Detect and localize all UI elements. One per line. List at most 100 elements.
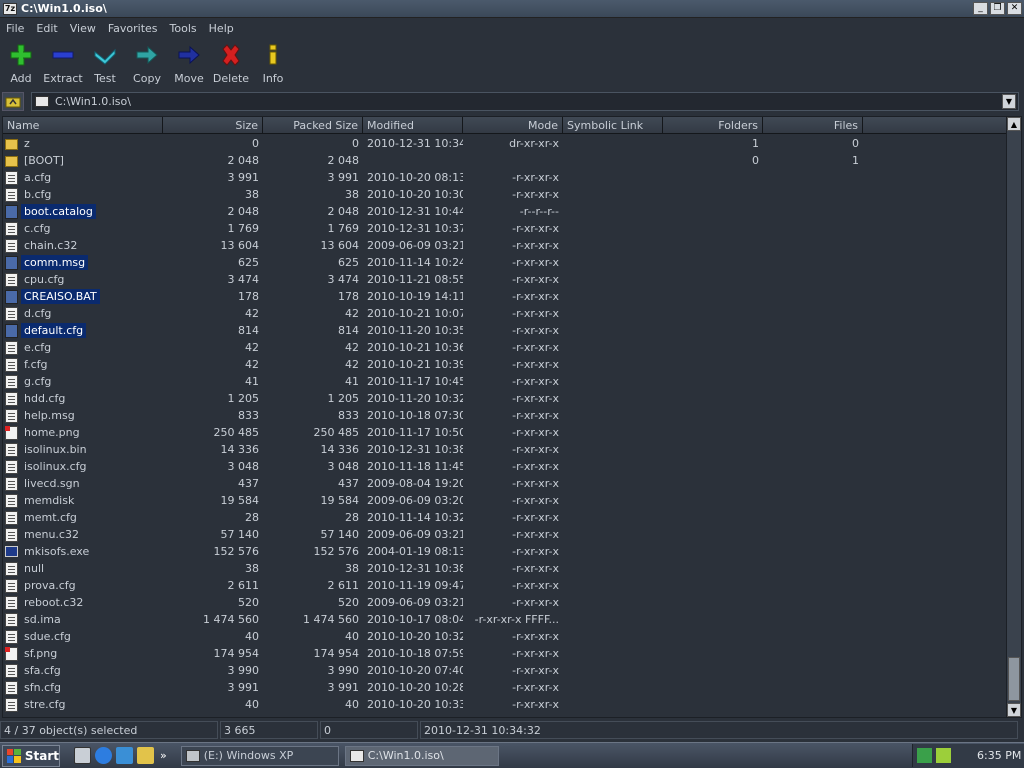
address-field[interactable]: C:\Win1.0.iso\ ▼ <box>31 92 1019 111</box>
menu-edit[interactable]: Edit <box>30 22 63 35</box>
table-row[interactable]: CREAISO.BAT 178 178 2010-10-19 14:11 -r-xr-x… <box>3 288 1007 305</box>
file-name: default.cfg <box>21 323 87 338</box>
cell-packed: 41 <box>345 375 359 388</box>
file-name-cell: f.cfg <box>3 357 163 372</box>
table-row[interactable]: sd.ima 1 474 560 1 474 560 2010-10-17 08:04… <box>3 611 1007 628</box>
table-row[interactable]: default.cfg 814 814 2010-11-20 10:35 -r-xr-x… <box>3 322 1007 339</box>
clock[interactable]: 6:35 PM <box>977 749 1021 762</box>
table-row[interactable]: memt.cfg 28 28 2010-11-14 10:32 -r-xr-xr-x <box>3 509 1007 526</box>
column-header-mode[interactable]: Mode <box>463 117 563 134</box>
address-dropdown-button[interactable]: ▼ <box>1002 94 1016 109</box>
table-row[interactable]: z 0 0 2010-12-31 10:34 dr-xr-xr-x 1 0 <box>3 135 1007 152</box>
cell-packed: 13 604 <box>320 239 360 252</box>
restore-button[interactable]: ❐ <box>990 2 1005 15</box>
table-row[interactable]: menu.c32 57 140 57 140 2009-06-09 03:21 -r-x… <box>3 526 1007 543</box>
cell-modified: 2009-06-09 03:21 <box>367 528 463 541</box>
taskbar-item-7zip[interactable]: C:\Win1.0.iso\ <box>344 745 499 766</box>
menu-view[interactable]: View <box>64 22 102 35</box>
table-row[interactable]: mkisofs.exe 152 576 152 576 2004-01-19 08:1… <box>3 543 1007 560</box>
table-row[interactable]: reboot.c32 520 520 2009-06-09 03:21 -r-xr-xr… <box>3 594 1007 611</box>
column-header-files[interactable]: Files <box>763 117 863 134</box>
column-header-packed-size[interactable]: Packed Size <box>263 117 363 134</box>
table-row[interactable]: sfa.cfg 3 990 3 990 2010-10-20 07:40 -r-xr-x… <box>3 662 1007 679</box>
menu-tools[interactable]: Tools <box>164 22 203 35</box>
column-header-folders[interactable]: Folders <box>663 117 763 134</box>
extract-button[interactable]: Extract <box>42 40 84 86</box>
table-row[interactable]: null 38 38 2010-12-31 10:38 -r-xr-xr-x <box>3 560 1007 577</box>
file-list[interactable]: Name Size Packed Size Modified Mode Symb… <box>2 116 1022 718</box>
table-row[interactable]: [BOOT] 2 048 2 048 0 1 <box>3 152 1007 169</box>
table-row[interactable]: c.cfg 1 769 1 769 2010-12-31 10:37 -r-xr-xr-… <box>3 220 1007 237</box>
taskbar-item-windows-xp[interactable]: (E:) Windows XP <box>180 745 339 766</box>
cell-modified: 2010-12-31 10:38 <box>367 443 463 456</box>
table-row[interactable]: prova.cfg 2 611 2 611 2010-11-19 09:47 -r-xr… <box>3 577 1007 594</box>
table-row[interactable]: hdd.cfg 1 205 1 205 2010-11-20 10:32 -r-xr-x… <box>3 390 1007 407</box>
cell-packed: 2 048 <box>327 205 360 218</box>
scroll-down-button[interactable]: ▼ <box>1007 703 1021 717</box>
move-button[interactable]: Move <box>168 40 210 86</box>
minimize-button[interactable]: _ <box>973 2 988 15</box>
vertical-scrollbar[interactable]: ▲ ▼ <box>1006 117 1021 717</box>
outlook-express-icon[interactable] <box>116 747 133 764</box>
table-row[interactable]: sfn.cfg 3 991 3 991 2010-10-20 10:28 -r-xr-x… <box>3 679 1007 696</box>
table-row[interactable]: chain.c32 13 604 13 604 2009-06-09 03:21 -r-… <box>3 237 1007 254</box>
network-tray-icon[interactable] <box>917 748 932 763</box>
file-icon <box>5 272 18 287</box>
table-row[interactable]: isolinux.bin 14 336 14 336 2010-12-31 10:38… <box>3 441 1007 458</box>
file-icon <box>5 510 18 525</box>
table-row[interactable]: a.cfg 3 991 3 991 2010-10-20 08:13 -r-xr-xr-… <box>3 169 1007 186</box>
close-button[interactable]: ✕ <box>1007 2 1022 15</box>
add-button[interactable]: Add <box>0 40 42 86</box>
table-row[interactable]: sf.png 174 954 174 954 2010-10-18 07:59 -r-x… <box>3 645 1007 662</box>
cell-mode: -r-xr-xr-x <box>512 562 559 575</box>
table-row[interactable]: stre.cfg 40 40 2010-10-20 10:33 -r-xr-xr-x <box>3 696 1007 713</box>
info-button[interactable]: Info <box>252 40 294 86</box>
cell-size: 40 <box>245 630 259 643</box>
column-header-modified[interactable]: Modified <box>363 117 463 134</box>
table-row[interactable]: livecd.sgn 437 437 2009-08-04 19:20 -r-xr-xr… <box>3 475 1007 492</box>
table-row[interactable]: e.cfg 42 42 2010-10-21 10:36 -r-xr-xr-x <box>3 339 1007 356</box>
table-row[interactable]: home.png 250 485 250 485 2010-11-17 10:50 -r… <box>3 424 1007 441</box>
table-row[interactable]: cpu.cfg 3 474 3 474 2010-11-21 08:55 -r-xr-x… <box>3 271 1007 288</box>
7zip-app-icon[interactable]: 7z <box>3 2 17 15</box>
cell-mode: -r-xr-xr-x FFFF... <box>474 613 559 626</box>
table-row[interactable]: comm.msg 625 625 2010-11-14 10:24 -r-xr-xr-x <box>3 254 1007 271</box>
table-row[interactable]: b.cfg 38 38 2010-10-20 10:30 -r-xr-xr-x <box>3 186 1007 203</box>
table-row[interactable]: boot.catalog 2 048 2 048 2010-12-31 10:44 -r… <box>3 203 1007 220</box>
table-row[interactable]: d.cfg 42 42 2010-10-21 10:07 -r-xr-xr-x <box>3 305 1007 322</box>
file-icon <box>5 629 18 644</box>
test-button[interactable]: Test <box>84 40 126 86</box>
menu-help[interactable]: Help <box>203 22 240 35</box>
column-header-symbolic-link[interactable]: Symbolic Link <box>563 117 663 134</box>
table-row[interactable]: f.cfg 42 42 2010-10-21 10:39 -r-xr-xr-x <box>3 356 1007 373</box>
delete-button[interactable]: Delete <box>210 40 252 86</box>
column-header-name[interactable]: Name <box>3 117 163 134</box>
copy-button[interactable]: Copy <box>126 40 168 86</box>
cell-size: 3 991 <box>227 681 260 694</box>
table-row[interactable]: memdisk 19 584 19 584 2009-06-09 03:20 -r-xr… <box>3 492 1007 509</box>
cell-packed: 42 <box>345 358 359 371</box>
file-rows: z 0 0 2010-12-31 10:34 dr-xr-xr-x 1 0 [BOOT] 2 0… <box>3 135 1007 713</box>
column-header-size[interactable]: Size <box>163 117 263 134</box>
table-row[interactable]: isolinux.cfg 3 048 3 048 2010-11-18 11:45 -r… <box>3 458 1007 475</box>
cell-modified: 2009-06-09 03:21 <box>367 239 463 252</box>
menu-favorites[interactable]: Favorites <box>102 22 164 35</box>
cell-files: 1 <box>852 154 859 167</box>
table-row[interactable]: g.cfg 41 41 2010-11-17 10:45 -r-xr-xr-x <box>3 373 1007 390</box>
up-folder-button[interactable] <box>2 92 24 111</box>
scroll-up-button[interactable]: ▲ <box>1007 117 1021 131</box>
explorer-folder-icon[interactable] <box>137 747 154 764</box>
internet-explorer-icon[interactable] <box>95 747 112 764</box>
show-desktop-icon[interactable] <box>74 747 91 764</box>
table-row[interactable]: help.msg 833 833 2010-10-18 07:30 -r-xr-xr-x <box>3 407 1007 424</box>
file-name-cell: hdd.cfg <box>3 391 163 406</box>
safely-remove-tray-icon[interactable] <box>936 748 951 763</box>
file-name-cell: livecd.sgn <box>3 476 163 491</box>
cell-mode: -r-xr-xr-x <box>512 596 559 609</box>
start-button[interactable]: Start <box>2 744 60 767</box>
table-row[interactable]: sdue.cfg 40 40 2010-10-20 10:32 -r-xr-xr-x <box>3 628 1007 645</box>
scroll-thumb[interactable] <box>1008 657 1020 701</box>
quick-launch-more-icon[interactable]: » <box>160 749 167 762</box>
menu-file[interactable]: File <box>0 22 30 35</box>
cell-modified: 2010-12-31 10:34 <box>367 137 463 150</box>
